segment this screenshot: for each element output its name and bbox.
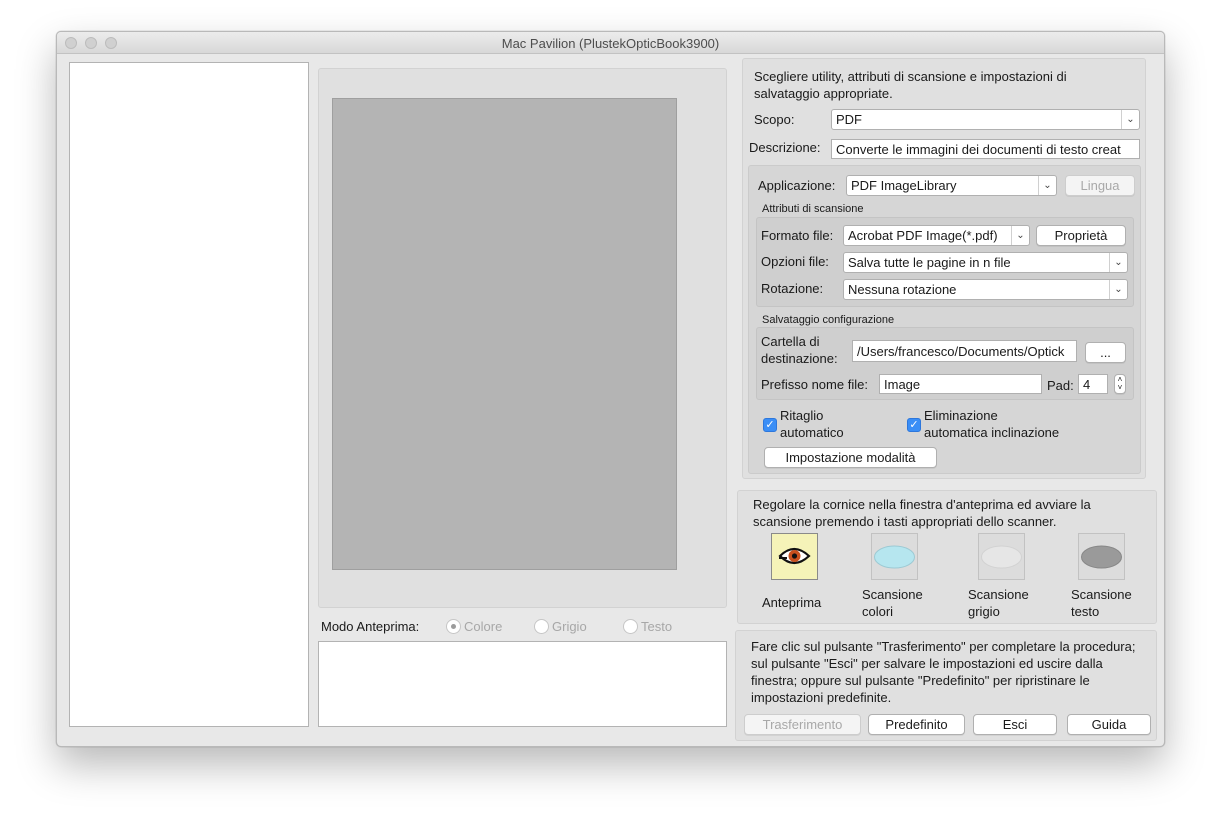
anteprima-button[interactable] [771,533,818,580]
predefinito-button[interactable]: Predefinito [868,714,965,735]
guida-button[interactable]: Guida [1067,714,1151,735]
prefisso-field[interactable]: Image [879,374,1042,394]
formato-label: Formato file: [761,228,834,243]
preview-mode-colore-label: Colore [464,619,503,634]
formato-value: Acrobat PDF Image(*.pdf) [848,228,998,243]
attributi-section: Formato file: Acrobat PDF Image(*.pdf) ⌄… [756,217,1134,307]
opzioni-select[interactable]: Salva tutte le pagine in n file ⌄ [843,252,1128,273]
prefisso-label: Prefisso nome file: [761,377,868,392]
salvataggio-section: Cartella di destinazione: /Users/frances… [756,327,1134,400]
applicazione-select[interactable]: PDF ImageLibrary ⌄ [846,175,1057,196]
scopo-value: PDF [836,112,862,127]
opzioni-value: Salva tutte le pagine in n file [848,255,1011,270]
window-title: Mac Pavilion (PlustekOpticBook3900) [501,36,720,51]
rotazione-select[interactable]: Nessuna rotazione ⌄ [843,279,1128,300]
preview-mode-grigio-label: Grigio [552,619,587,634]
proprieta-button[interactable]: Proprietà [1036,225,1126,246]
footer-text: Fare clic sul pulsante "Trasferimento" p… [751,639,1136,705]
scan-intro-text: Regolare la cornice nella finestra d'ant… [753,497,1091,529]
scansione-testo-button[interactable] [1078,533,1125,580]
thumbnail-list[interactable] [69,62,309,727]
cartella-label-line2: destinazione: [761,351,838,366]
eliminazione-label-line1: Eliminazione [924,408,998,423]
scansione-grigio-label-line2: grigio [968,604,1000,619]
browse-folder-button[interactable]: ... [1085,342,1126,363]
eliminazione-label-line2: automatica inclinazione [924,425,1060,440]
preview-mode-testo-radio[interactable] [623,619,638,634]
preview-mode-label: Modo Anteprima: [321,619,420,634]
scansione-testo-label-line1: Scansione [1071,587,1132,602]
footer-panel: Fare clic sul pulsante "Trasferimento" p… [735,630,1157,741]
chevron-down-icon: ⌄ [1011,226,1029,245]
cartella-label-line1: Cartella di [761,334,820,349]
pad-stepper[interactable]: ˄ ˅ [1114,374,1126,394]
title-bar: Mac Pavilion (PlustekOpticBook3900) [57,32,1164,54]
ritaglio-label-line2: automatico [780,425,844,440]
gray-scan-icon [981,545,1022,569]
utility-settings-panel: Scegliere utility, attributi di scansion… [742,58,1146,479]
opzioni-label: Opzioni file: [761,254,829,269]
pad-label: Pad: [1047,378,1074,393]
attributi-section-title: Attributi di scansione [762,203,864,215]
preview-mode-testo-label: Testo [641,619,673,634]
eliminazione-checkbox[interactable]: ✓ [907,418,921,432]
preview-mode-grigio-radio[interactable] [534,619,549,634]
chevron-down-icon: ⌄ [1109,280,1127,299]
formato-select[interactable]: Acrobat PDF Image(*.pdf) ⌄ [843,225,1030,246]
applicazione-label: Applicazione: [758,178,836,193]
utility-intro-text: Scegliere utility, attributi di scansion… [754,69,1067,101]
trasferimento-button[interactable]: Trasferimento [744,714,861,735]
eye-icon [778,547,811,565]
descrizione-field[interactable]: Converte le immagini dei documenti di te… [831,139,1140,159]
salvataggio-section-title: Salvataggio configurazione [762,314,895,326]
chevron-down-icon: ⌄ [1121,110,1139,129]
scansione-colori-label-line1: Scansione [862,587,923,602]
scopo-select[interactable]: PDF ⌄ [831,109,1140,130]
preview-mode-colore-radio[interactable] [446,619,461,634]
application-panel: Applicazione: PDF ImageLibrary ⌄ Lingua … [748,165,1141,474]
rotazione-value: Nessuna rotazione [848,282,957,297]
scopo-label: Scopo: [754,112,795,127]
scansione-grigio-button[interactable] [978,533,1025,580]
esci-button[interactable]: Esci [973,714,1057,735]
info-box [318,641,727,727]
preview-panel [318,68,727,608]
scan-panel: Regolare la cornice nella finestra d'ant… [737,490,1157,624]
scanner-window: Mac Pavilion (PlustekOpticBook3900) Modo… [56,31,1165,747]
scansione-grigio-label-line1: Scansione [968,587,1029,602]
applicazione-value: PDF ImageLibrary [851,178,957,193]
lingua-button[interactable]: Lingua [1065,175,1135,196]
rotazione-label: Rotazione: [761,281,824,296]
preview-image-area[interactable] [332,98,677,570]
pad-field[interactable]: 4 [1078,374,1108,394]
ritaglio-label-line1: Ritaglio [780,408,824,423]
scansione-testo-label-line2: testo [1071,604,1100,619]
chevron-down-icon: ⌄ [1109,253,1127,272]
cartella-field[interactable]: /Users/francesco/Documents/Optick [852,340,1077,362]
ritaglio-checkbox[interactable]: ✓ [763,418,777,432]
scansione-colori-label-line2: colori [862,604,894,619]
color-scan-icon [874,545,915,569]
impostazione-modalita-button[interactable]: Impostazione modalità [764,447,937,468]
scansione-colori-button[interactable] [871,533,918,580]
descrizione-label: Descrizione: [749,140,821,155]
chevron-down-icon: ⌄ [1038,176,1056,195]
text-scan-icon [1081,545,1122,569]
anteprima-label: Anteprima [762,595,822,610]
